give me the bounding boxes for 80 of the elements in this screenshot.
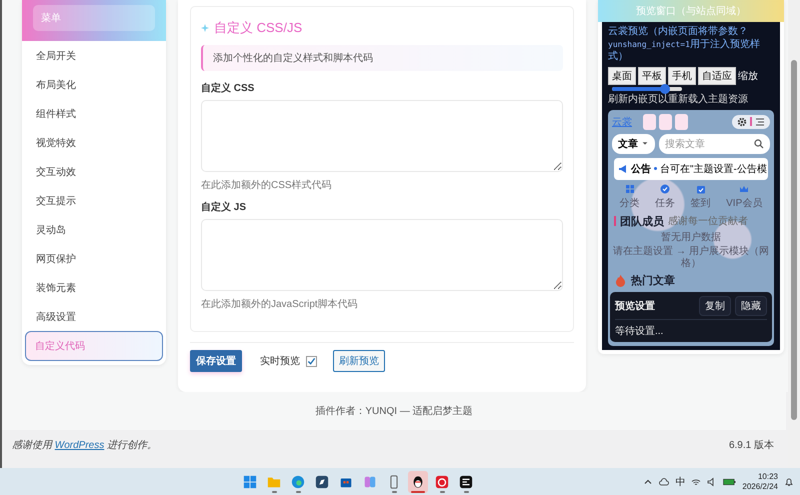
device-button[interactable]: 桌面 [608,66,636,84]
popup-title: 预览设置 [615,300,656,312]
calendar-icon [696,184,706,194]
version-text: 6.9.1 版本 [728,438,774,452]
live-preview-label: 实时预览 [260,354,300,368]
compass-icon [315,474,329,488]
section-heading: 热门文章 [631,274,675,288]
sidebar-item[interactable]: 全局开关 [25,41,163,70]
sidebar-item[interactable]: 交互动效 [25,157,163,186]
crown-icon [739,184,750,194]
code-input-field[interactable] [201,219,563,291]
input-method-indicator[interactable]: 中 [675,474,686,488]
notification-bell-icon[interactable] [784,476,794,486]
wordpress-link[interactable]: WordPress [54,440,104,451]
category-dropdown[interactable]: 文章 [612,134,655,154]
menu-icon[interactable] [755,116,765,126]
penguin-icon [411,474,425,488]
popup-button[interactable]: 隐藏 [735,296,767,316]
menu-title: 菜单 [33,5,155,31]
start-icon [243,474,257,488]
accent-bar [614,216,616,226]
device-button[interactable]: 平板 [638,66,666,84]
zoom-slider[interactable] [612,86,682,90]
search-icon [754,138,764,148]
refresh-preview-button[interactable]: 刷新预览 [333,350,385,372]
nav-shortcut[interactable]: 分类 [620,184,640,210]
grid-icon [624,184,635,194]
header-tile [643,114,656,130]
popup-status: 等待设置... [615,318,767,338]
popup-button[interactable]: 复制 [699,296,731,316]
field-label: 自定义 CSS [201,81,256,95]
cloud-icon[interactable] [659,476,670,486]
sidebar-item[interactable]: 布局美化 [25,70,163,99]
folder-icon [267,474,281,488]
header-tile [659,114,672,130]
music-disc-icon [435,474,449,488]
tiles-icon [363,474,377,488]
field-label: 自定义 JS [201,200,248,214]
header-tile [675,114,688,130]
flame-icon [614,274,627,286]
sparkle-icon [201,24,209,32]
sidebar-item[interactable]: 装饰元素 [25,273,163,302]
clock-date[interactable]: 2026/2/24 [742,482,778,492]
save-button[interactable]: 保存设置 [190,350,242,372]
preview-description: 云裳预览（内嵌页面将带参数？ yunshang_inject=1用于注入预览样式） [608,26,761,64]
preview-title: 预览窗口（与站点同域） [636,6,746,17]
section-title: 自定义 CSS/JS [214,19,302,37]
empty-state-text: 暂无用户数据 [660,232,722,244]
device-button[interactable]: 手机 [668,66,696,84]
taskbar-button[interactable] [408,470,428,492]
check-circle-icon [660,184,670,194]
sidebar-item[interactable]: 灵动岛 [25,215,163,244]
field-hint: 在此添加额外的JavaScript脚本代码 [201,298,359,311]
app-icon [459,474,473,488]
zoom-label: 缩放 [738,70,758,82]
section-heading: 团队成员 [620,214,664,228]
code-input-field[interactable] [201,100,563,172]
field-hint: 在此添加额外的CSS样式代码 [201,178,333,192]
sidebar-item[interactable]: 组件样式 [25,99,163,128]
wifi-icon[interactable] [691,476,702,486]
device-button[interactable]: 自适应 [698,66,736,84]
notice-text: 添加个性化的自定义样式和脚本代码 [201,45,563,71]
announcement-label: 公告 [631,162,651,176]
sidebar-item[interactable]: 交互提示 [25,186,163,215]
nav-shortcut[interactable]: 任务 [655,184,676,210]
browser-icon [291,474,305,488]
settings-icon[interactable] [737,116,747,126]
megaphone-icon [618,164,628,174]
section-subtitle: 感谢每一位贡献者 [668,214,748,228]
refresh-hint: 刷新内嵌页以重新载入主题资源 [608,94,749,106]
sidebar-item[interactable]: 视觉特效 [25,128,163,157]
footer-thanks-text: 感谢使用 WordPress 进行创作。 [12,438,158,452]
clock-time[interactable]: 10:23 [758,472,778,482]
battery-icon[interactable] [723,476,736,486]
empty-state-hint: 请在主题设置 → 用户展示模块（网格） [612,246,770,270]
credit-text: 插件作者：YUNQI — 适配启梦主题 [2,392,786,430]
announcement-text: 台可在"主题设置-公告模 [660,162,767,176]
sidebar-item[interactable]: 高级设置 [25,302,163,331]
sidebar-item[interactable]: 网页保护 [25,244,163,273]
live-preview-checkbox[interactable] [306,356,317,366]
